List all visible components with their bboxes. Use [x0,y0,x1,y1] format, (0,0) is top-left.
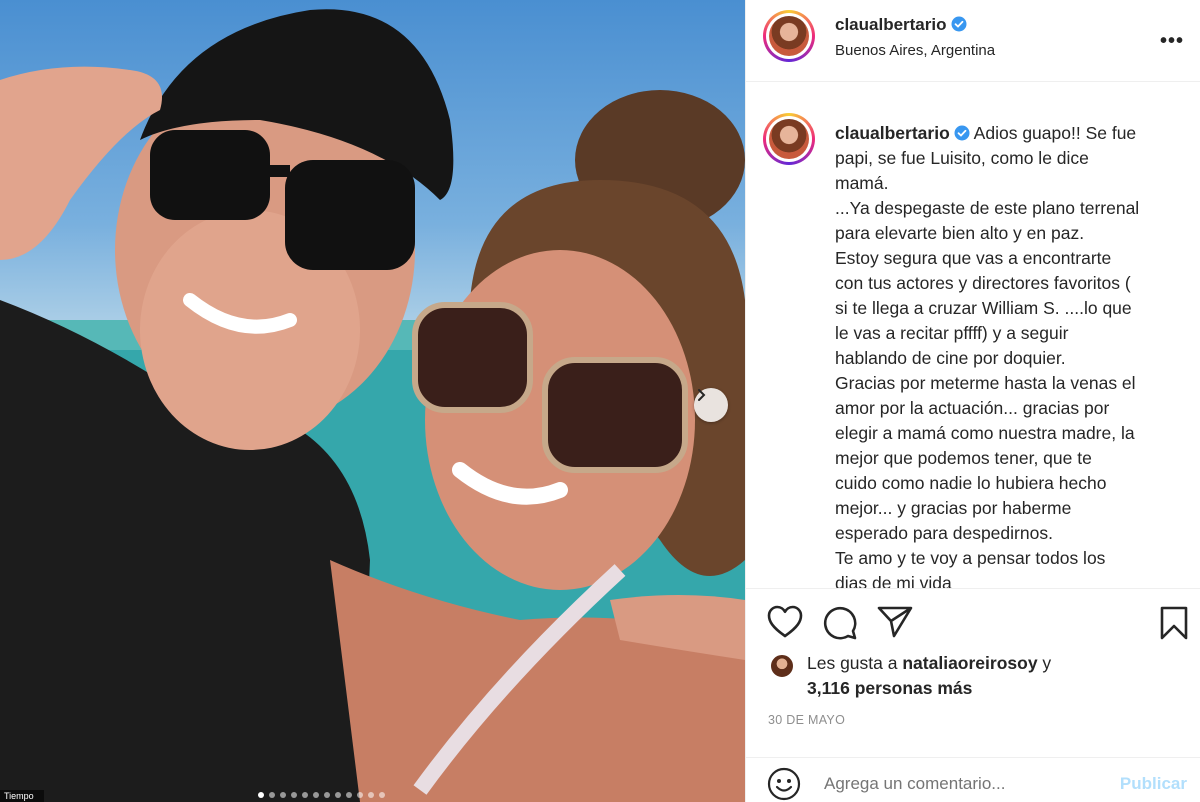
carousel-dot [335,792,341,798]
verified-icon [951,16,966,32]
post-side-panel: claualbertario Buenos Aires, Argentina •… [745,0,1200,802]
author-username[interactable]: claualbertario [835,15,967,35]
likes-text: Les gusta a nataliaoreirosoy y 3,116 per… [807,651,1051,701]
emoji-icon[interactable] [767,767,801,801]
post-location[interactable]: Buenos Aires, Argentina [835,42,995,59]
caption-line: le vas a recitar pffff) y a seguir [835,323,1069,343]
post-header: claualbertario Buenos Aires, Argentina •… [746,0,1200,82]
caption-line: amor por la actuación... gracias por [835,398,1110,418]
carousel-next-button[interactable] [694,388,728,422]
carousel-dot [258,792,264,798]
more-options-icon[interactable]: ••• [1160,30,1184,53]
carousel-dot [269,792,275,798]
avatar-image [769,119,809,159]
caption-line: para elevarte bien alto y en paz. [835,223,1085,243]
comment-input[interactable] [824,774,1094,794]
liker-username[interactable]: nataliaoreirosoy [902,653,1037,673]
liker-avatar[interactable] [769,653,795,679]
carousel-dot [302,792,308,798]
heart-icon[interactable] [767,605,803,639]
watermark: Tiempo [0,790,44,802]
carousel-dot [346,792,352,798]
caption-line: hablando de cine por doquier. [835,348,1066,368]
share-icon[interactable] [877,605,913,639]
profile-avatar[interactable] [763,10,815,62]
caption-line: mejor que podemos tener, que te [835,448,1092,468]
caption-line: con tus actores y directores favoritos ( [835,273,1131,293]
caption-line: Gracias por meterme hasta la venas el [835,373,1136,393]
caption-username[interactable]: claualbertario [835,123,950,143]
caption-line: esperado para despedirnos. [835,523,1053,543]
caption-line: Estoy segura que vas a encontrarte [835,248,1112,268]
likes-prefix: Les gusta a [807,653,903,673]
post-photo[interactable]: Tiempo [0,0,745,802]
carousel-dot [280,792,286,798]
publish-comment-button[interactable]: Publicar [1120,774,1187,794]
caption-line: mejor... y gracias por haberme [835,498,1072,518]
carousel-dot [313,792,319,798]
caption-line: cuido como nadie lo hubiera hecho [835,473,1107,493]
caption-line: mamá. [835,173,889,193]
caption-area: claualbertario Adios guapo!! Se fue papi… [746,83,1200,588]
caption-line: papi, se fue Luisito, como le dice [835,148,1089,168]
username-text[interactable]: claualbertario [835,15,947,34]
caption-line: ...Ya despegaste de este plano terrenal [835,198,1140,218]
bookmark-icon[interactable] [1159,605,1189,641]
carousel-dot [357,792,363,798]
comment-icon[interactable] [822,605,858,641]
carousel-dots [258,792,385,798]
post-date[interactable]: 30 DE MAYO [768,713,845,727]
carousel-dot [324,792,330,798]
caption-line: Te amo y te voy a pensar todos los [835,548,1106,568]
carousel-dot [291,792,297,798]
verified-icon [954,125,970,141]
caption-line: Adios guapo!! Se fue [969,123,1137,143]
comment-bar: Publicar [746,757,1200,802]
carousel-dot [379,792,385,798]
caption-line: elegir a mamá como nuestra madre, la [835,423,1135,443]
likes-summary: Les gusta a nataliaoreirosoy y 3,116 per… [769,651,1051,701]
caption-text: claualbertario Adios guapo!! Se fue papi… [835,121,1180,588]
caption-line: dias de mi vida [835,573,952,588]
carousel-dot [368,792,374,798]
likes-conjunction: y [1037,653,1052,673]
chevron-right-icon [698,389,706,401]
caption-line: si te llega a cruzar William S. ....lo q… [835,298,1132,318]
post-actions: Les gusta a nataliaoreirosoy y 3,116 per… [746,588,1200,738]
photo-illustration [0,9,745,802]
caption-avatar[interactable] [763,113,815,165]
avatar-image [769,16,809,56]
likes-others-link[interactable]: 3,116 personas más [807,678,972,698]
